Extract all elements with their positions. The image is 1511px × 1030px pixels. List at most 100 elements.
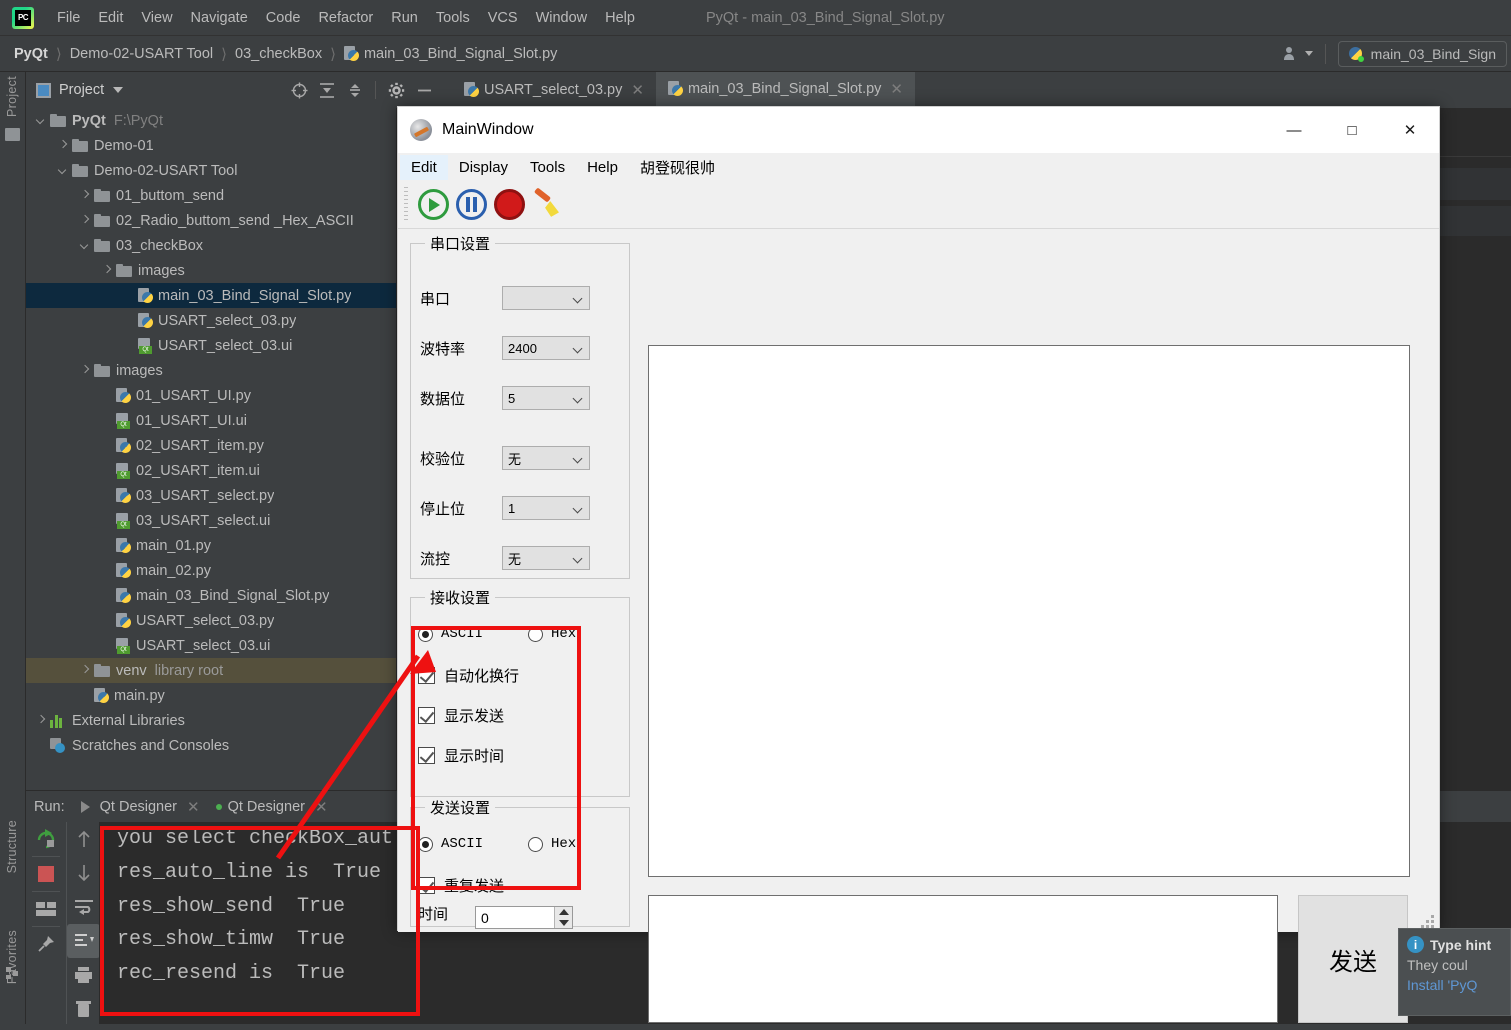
checkbox-show-time[interactable]: 显示时间 (418, 745, 504, 766)
menu-run[interactable]: Run (382, 7, 427, 29)
chevron-right-icon[interactable] (100, 264, 113, 277)
tree-item[interactable]: images (26, 358, 396, 383)
chevron-right-icon[interactable] (78, 664, 91, 677)
chevron-down-icon[interactable] (78, 239, 91, 252)
tree-item[interactable]: USART_select_03.py (26, 608, 396, 633)
rerun-icon[interactable] (26, 822, 66, 856)
tree-item[interactable]: main_01.py (26, 533, 396, 558)
dialog-menu-custom[interactable]: 胡登砚很帅 (629, 153, 726, 182)
hint-install-link[interactable]: Install 'PyQ (1407, 977, 1502, 993)
send-button[interactable]: 发送 (1298, 895, 1408, 1023)
menu-file[interactable]: File (48, 7, 89, 29)
chevron-right-icon[interactable] (34, 714, 47, 727)
stop-bits-combo[interactable]: 1 (502, 496, 590, 520)
collapse-all-icon[interactable] (341, 76, 369, 104)
pin-icon[interactable] (26, 927, 66, 961)
baud-rate-combo[interactable]: 2400 (502, 336, 590, 360)
chevron-right-icon[interactable] (78, 364, 91, 377)
editor-tab-main-03[interactable]: main_03_Bind_Signal_Slot.py ✕ (655, 72, 915, 108)
tree-item[interactable]: External Libraries (26, 708, 396, 733)
receive-textarea[interactable] (648, 345, 1410, 877)
tree-item[interactable]: main_03_Bind_Signal_Slot.py (26, 283, 396, 308)
close-icon[interactable]: ✕ (187, 798, 200, 816)
up-arrow-icon[interactable] (67, 822, 100, 856)
hide-panel-icon[interactable] (410, 76, 438, 104)
menu-view[interactable]: View (132, 7, 181, 29)
run-tab-qt-designer-2[interactable]: Qt Designer ✕ (215, 798, 328, 816)
menu-tools[interactable]: Tools (427, 7, 479, 29)
chevron-down-icon[interactable] (34, 114, 47, 127)
tree-item[interactable]: 03_USART_select.ui (26, 508, 396, 533)
tree-item[interactable]: venv library root (26, 658, 396, 683)
receive-radio-ascii[interactable]: ASCII (418, 626, 483, 642)
gear-icon[interactable] (382, 76, 410, 104)
close-button[interactable]: ✕ (1381, 107, 1439, 153)
tree-item[interactable]: Demo-01 (26, 133, 396, 158)
breadcrumb-2[interactable]: 03_checkBox (235, 46, 322, 62)
dialog-menu-edit[interactable]: Edit (400, 154, 448, 180)
expand-all-icon[interactable] (313, 76, 341, 104)
chevron-right-icon[interactable] (78, 189, 91, 202)
strip-label-favorites[interactable]: Favorites (5, 930, 19, 984)
menu-window[interactable]: Window (527, 7, 597, 29)
tree-item[interactable]: PyQt F:\PyQt (26, 108, 396, 133)
checkbox-show-send[interactable]: 显示发送 (418, 705, 504, 726)
dialog-menu-tools[interactable]: Tools (519, 155, 576, 180)
minimize-button[interactable]: — (1265, 107, 1323, 153)
editor-tab-usart-select[interactable]: USART_select_03.py ✕ (452, 72, 656, 108)
close-icon[interactable]: ✕ (890, 80, 903, 98)
flow-control-combo[interactable]: 无 (502, 546, 590, 570)
time-spinner[interactable]: 0 (475, 906, 573, 929)
breadcrumb-3[interactable]: main_03_Bind_Signal_Slot.py (343, 45, 557, 62)
locate-target-icon[interactable] (285, 76, 313, 104)
breadcrumb-0[interactable]: PyQt (14, 46, 48, 62)
menu-vcs[interactable]: VCS (479, 7, 527, 29)
data-bits-combo[interactable]: 5 (502, 386, 590, 410)
menu-navigate[interactable]: Navigate (182, 7, 257, 29)
receive-radio-hex[interactable]: Hex (528, 626, 576, 642)
tree-item[interactable]: 02_Radio_buttom_send _Hex_ASCII (26, 208, 396, 233)
clear-button[interactable] (528, 186, 566, 224)
tree-item[interactable]: Scratches and Consoles (26, 733, 396, 758)
play-button[interactable] (414, 186, 452, 224)
send-radio-hex[interactable]: Hex (528, 836, 576, 852)
send-radio-ascii[interactable]: ASCII (418, 836, 483, 852)
tree-item[interactable]: 03_checkBox (26, 233, 396, 258)
resize-grip[interactable] (1421, 915, 1435, 929)
run-configuration-selector[interactable]: main_03_Bind_Sign (1337, 40, 1507, 67)
close-icon[interactable]: ✕ (631, 81, 644, 99)
trash-icon[interactable] (67, 992, 100, 1026)
project-tree[interactable]: PyQt F:\PyQt Demo-01 Demo-02-USART Tool 01_b… (26, 108, 397, 790)
scroll-to-end-icon[interactable] (67, 924, 100, 958)
tree-item[interactable]: 03_USART_select.py (26, 483, 396, 508)
chevron-right-icon[interactable] (78, 214, 91, 227)
tree-item[interactable]: Demo-02-USART Tool (26, 158, 396, 183)
tree-item[interactable]: main.py (26, 683, 396, 708)
pause-button[interactable] (452, 186, 490, 224)
chevron-right-icon[interactable] (56, 139, 69, 152)
checkbox-repeat-send[interactable]: 重复发送 (418, 875, 504, 896)
breadcrumb-1[interactable]: Demo-02-USART Tool (70, 46, 213, 62)
maximize-button[interactable]: □ (1323, 107, 1381, 153)
tree-item[interactable]: USART_select_03.ui (26, 633, 396, 658)
strip-label-structure[interactable]: Structure (5, 820, 19, 873)
tree-item[interactable]: 02_USART_item.ui (26, 458, 396, 483)
dialog-menu-display[interactable]: Display (448, 155, 519, 180)
spinner-buttons[interactable] (554, 907, 572, 928)
serial-port-combo[interactable] (502, 286, 590, 310)
checkbox-auto-line[interactable]: 自动化换行 (418, 665, 519, 686)
tree-item[interactable]: main_02.py (26, 558, 396, 583)
tree-item[interactable]: 02_USART_item.py (26, 433, 396, 458)
print-icon[interactable] (67, 958, 100, 992)
chevron-down-icon[interactable] (56, 164, 69, 177)
menu-code[interactable]: Code (257, 7, 310, 29)
tree-item[interactable]: 01_buttom_send (26, 183, 396, 208)
chevron-down-icon[interactable] (113, 87, 124, 93)
menu-refactor[interactable]: Refactor (309, 7, 382, 29)
run-tab-qt-designer-1[interactable]: Qt Designer ✕ (100, 798, 200, 816)
send-textarea[interactable] (648, 895, 1278, 1023)
tree-item[interactable]: main_03_Bind_Signal_Slot.py (26, 583, 396, 608)
dialog-menu-help[interactable]: Help (576, 155, 629, 180)
tree-item[interactable]: 01_USART_UI.py (26, 383, 396, 408)
strip-label-project[interactable]: Project (5, 76, 19, 117)
